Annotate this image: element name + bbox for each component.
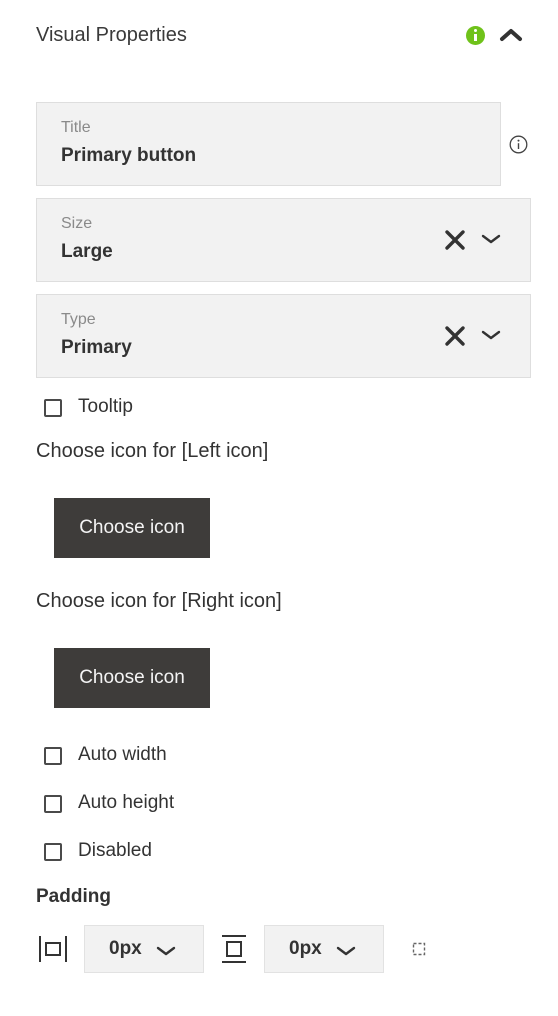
tooltip-checkbox[interactable] — [44, 399, 62, 417]
auto-width-checkbox-label: Auto width — [78, 744, 167, 765]
clear-icon[interactable] — [444, 229, 466, 251]
link-padding-icon[interactable] — [410, 940, 428, 958]
vertical-padding-select[interactable]: 0px — [264, 925, 384, 973]
info-green-icon[interactable] — [466, 26, 485, 45]
disabled-checkbox[interactable] — [44, 843, 62, 861]
vertical-padding-value: 0px — [289, 938, 322, 959]
auto-height-checkbox-row[interactable]: Auto height — [44, 791, 344, 815]
type-select-value: Primary — [61, 337, 132, 358]
section-header: Visual Properties — [36, 22, 526, 50]
right-icon-label: Choose icon for [Right icon] — [36, 590, 282, 612]
tooltip-checkbox-row[interactable]: Tooltip — [44, 395, 344, 419]
clear-icon[interactable] — [444, 325, 466, 347]
auto-width-checkbox[interactable] — [44, 747, 62, 765]
title-field-label: Title — [61, 119, 91, 136]
chevron-down-icon — [156, 946, 176, 956]
padding-label: Padding — [36, 886, 111, 907]
size-select-value: Large — [61, 241, 113, 262]
tooltip-checkbox-label: Tooltip — [78, 396, 133, 417]
auto-height-checkbox-label: Auto height — [78, 792, 175, 813]
chevron-down-icon — [336, 946, 356, 956]
info-circle-icon[interactable] — [509, 135, 528, 154]
disabled-checkbox-row[interactable]: Disabled — [44, 839, 344, 863]
size-select-label: Size — [61, 215, 93, 232]
choose-left-icon-button[interactable]: Choose icon — [54, 498, 210, 558]
section-title: Visual Properties — [36, 24, 187, 46]
auto-height-checkbox[interactable] — [44, 795, 62, 813]
type-select[interactable]: Type Primary — [36, 294, 531, 378]
choose-right-icon-button[interactable]: Choose icon — [54, 648, 210, 708]
horizontal-padding-icon — [38, 934, 68, 964]
chevron-up-icon[interactable] — [498, 24, 524, 46]
left-icon-label: Choose icon for [Left icon] — [36, 440, 269, 462]
size-select[interactable]: Size Large — [36, 198, 531, 282]
vertical-padding-icon — [219, 934, 249, 964]
chevron-down-icon[interactable] — [480, 232, 502, 246]
horizontal-padding-select[interactable]: 0px — [84, 925, 204, 973]
title-field-value[interactable]: Primary button — [61, 145, 196, 167]
title-field[interactable]: Title Primary button — [36, 102, 501, 186]
auto-width-checkbox-row[interactable]: Auto width — [44, 743, 344, 767]
horizontal-padding-value: 0px — [109, 938, 142, 959]
disabled-checkbox-label: Disabled — [78, 840, 152, 861]
type-select-label: Type — [61, 311, 96, 328]
chevron-down-icon[interactable] — [480, 328, 502, 342]
